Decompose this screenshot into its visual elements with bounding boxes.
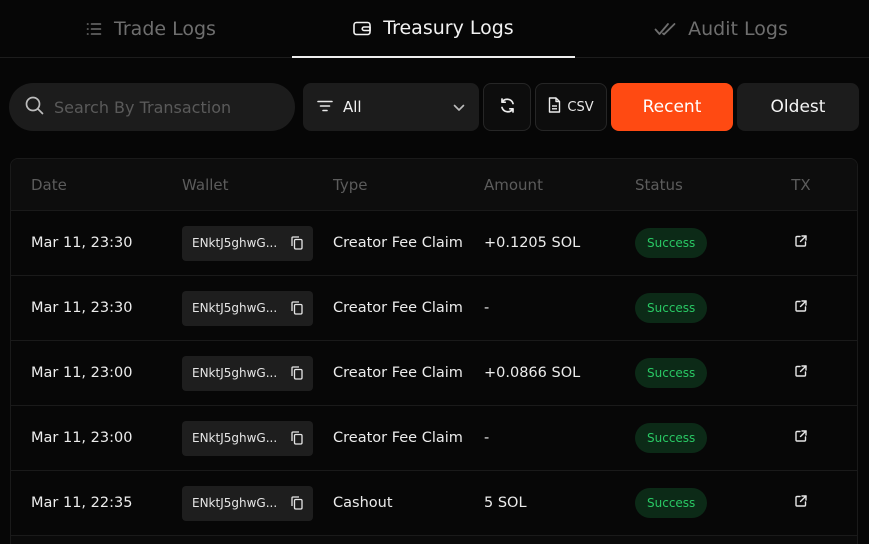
row-tx-cell [786,276,816,340]
tab-label: Audit Logs [688,18,788,40]
csv-label: CSV [567,99,594,115]
copy-icon[interactable] [291,366,303,380]
wallet-address: ENktJ5ghwG... [192,496,278,510]
row-date: Mar 11, 22:35 [31,495,133,511]
row-tx-cell [786,211,816,275]
row-tx-cell [786,471,816,535]
row-tx-cell [786,406,816,470]
filter-value: All [343,98,362,116]
wallet-chip: ENktJ5ghwG... [182,225,313,261]
row-wallet-cell: ENktJ5ghwG... [182,211,313,275]
external-link-icon[interactable] [795,495,807,511]
tab-treasury-logs[interactable]: Treasury Logs [292,0,575,58]
log-tabs: Trade Logs Treasury Logs Audit Logs [0,0,869,58]
copy-icon[interactable] [291,431,303,445]
header-date: Date [31,176,67,194]
wallet-chip: ENktJ5ghwG... [182,290,313,326]
row-status-cell: Success [635,211,708,275]
row-tx-cell [786,341,816,405]
external-link-icon[interactable] [795,235,807,251]
export-csv-button[interactable]: CSV [535,83,607,131]
sort-recent-button[interactable]: Recent [611,83,733,131]
status-badge: Success [635,423,708,453]
wallet-chip: ENktJ5ghwG... [182,485,313,521]
header-tx: TX [791,176,811,194]
sort-oldest-button[interactable]: Oldest [737,83,859,131]
header-wallet: Wallet [182,176,229,194]
row-amount: - [484,430,490,446]
row-status-cell: Success [635,471,708,535]
search-icon [25,96,44,119]
wallet-address: ENktJ5ghwG... [192,431,278,445]
row-type: Creator Fee Claim [333,300,463,316]
row-type: Creator Fee Claim [333,430,463,446]
row-date: Mar 11, 23:30 [31,300,133,316]
row-date: Mar 11, 23:00 [31,365,133,381]
row-status-cell: Success [635,276,708,340]
header-amount: Amount [484,176,543,194]
external-link-icon[interactable] [795,300,807,316]
copy-icon[interactable] [291,301,303,315]
wallet-address: ENktJ5ghwG... [192,301,278,315]
row-amount: 5 SOL [484,495,527,511]
list-icon [86,22,102,36]
wallet-address: ENktJ5ghwG... [192,236,278,250]
row-status-cell: Success [635,341,708,405]
tab-label: Trade Logs [114,18,216,40]
chevron-down-icon [453,98,465,116]
status-badge: Success [635,293,708,323]
status-badge: Success [635,358,708,388]
table-row: Mar 11, 23:00 ENktJ5ghwG... Creator Fee … [11,341,857,406]
search-input[interactable] [54,97,274,117]
table-header: Date Wallet Type Amount Status TX [11,159,857,211]
treasury-logs-table: Date Wallet Type Amount Status TX Mar 11… [10,158,858,544]
header-type: Type [333,176,368,194]
wallet-chip: ENktJ5ghwG... [182,355,313,391]
row-wallet-cell: ENktJ5ghwG... [182,341,313,405]
external-link-icon[interactable] [795,430,807,446]
wallet-address: ENktJ5ghwG... [192,366,278,380]
status-badge: Success [635,488,708,518]
row-wallet-cell: ENktJ5ghwG... [182,406,313,470]
filter-icon [317,98,333,116]
header-status: Status [635,176,683,194]
refresh-button[interactable] [483,83,531,131]
table-row: Mar 11, 23:00 ENktJ5ghwG... Creator Fee … [11,406,857,471]
row-type: Creator Fee Claim [333,235,463,251]
row-wallet-cell: ENktJ5ghwG... [182,471,313,535]
row-amount: +0.0866 SOL [484,365,581,381]
double-check-icon [654,22,676,36]
row-amount: - [484,300,490,316]
file-icon [548,97,561,117]
tab-label: Treasury Logs [383,17,514,39]
wallet-icon [353,21,372,36]
table-row: Mar 11, 23:30 ENktJ5ghwG... Creator Fee … [11,211,857,276]
copy-icon[interactable] [291,496,303,510]
row-date: Mar 11, 23:00 [31,430,133,446]
search-box[interactable] [9,83,295,131]
external-link-icon[interactable] [795,365,807,381]
refresh-icon [499,97,516,118]
row-wallet-cell: ENktJ5ghwG... [182,276,313,340]
tab-audit-logs[interactable]: Audit Logs [575,0,867,58]
row-amount: +0.1205 SOL [484,235,581,251]
wallet-chip: ENktJ5ghwG... [182,420,313,456]
status-filter-select[interactable]: All [303,83,479,131]
tab-trade-logs[interactable]: Trade Logs [10,0,292,58]
row-status-cell: Success [635,406,708,470]
table-row: Mar 11, 23:30 ENktJ5ghwG... Creator Fee … [11,276,857,341]
row-type: Creator Fee Claim [333,365,463,381]
status-badge: Success [635,228,708,258]
copy-icon[interactable] [291,236,303,250]
table-row: Mar 11, 22:35 ENktJ5ghwG... Cashout 5 SO… [11,471,857,536]
row-date: Mar 11, 23:30 [31,235,133,251]
row-type: Cashout [333,495,393,511]
